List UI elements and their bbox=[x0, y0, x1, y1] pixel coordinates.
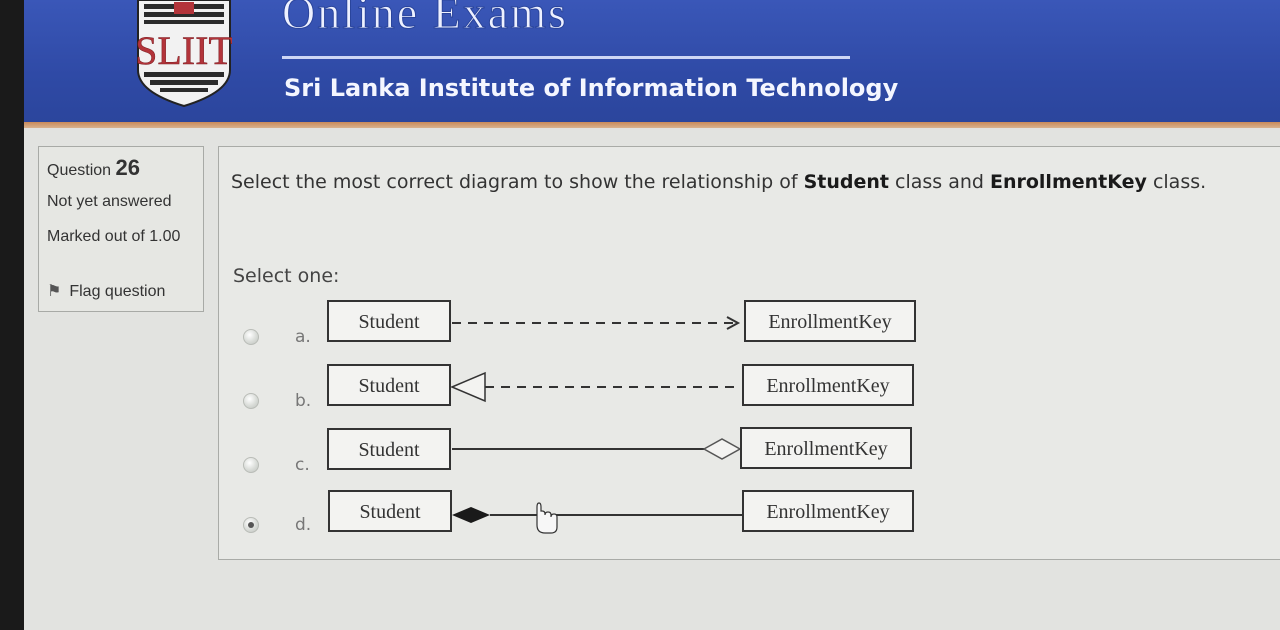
svg-text:EnrollmentKey: EnrollmentKey bbox=[766, 501, 889, 523]
svg-text:Student: Student bbox=[358, 311, 420, 333]
select-one-prompt: Select one: bbox=[233, 265, 340, 287]
sliit-logo: SLIIT bbox=[136, 0, 232, 108]
uml-diagram-dependency: Student EnrollmentKey bbox=[327, 300, 916, 342]
question-info-panel: Question 26 Not yet answered Marked out … bbox=[38, 146, 204, 312]
uml-diagram-aggregation: Student EnrollmentKey bbox=[327, 427, 912, 470]
svg-text:EnrollmentKey: EnrollmentKey bbox=[766, 375, 889, 397]
svg-text:SLIIT: SLIIT bbox=[136, 28, 232, 73]
svg-text:Student: Student bbox=[359, 501, 421, 523]
answer-option-a[interactable]: a. Student EnrollmentKey bbox=[219, 299, 979, 349]
flag-icon: ⚑ bbox=[47, 283, 62, 300]
uml-diagram-realization: Student EnrollmentKey bbox=[327, 364, 914, 406]
class-name-enrollmentkey: EnrollmentKey bbox=[989, 171, 1147, 193]
uml-diagram-composition: Student EnrollmentKey bbox=[328, 490, 914, 534]
question-state: Not yet answered bbox=[47, 193, 172, 210]
flag-question-link[interactable]: ⚑ Flag question bbox=[47, 281, 165, 301]
browser-viewport: SLIIT Online Exams Sri Lanka Institute o… bbox=[24, 0, 1280, 630]
svg-text:Student: Student bbox=[358, 375, 420, 397]
site-title: Online Exams bbox=[282, 0, 568, 39]
answer-option-b[interactable]: b. Student EnrollmentKey bbox=[219, 363, 979, 413]
hand-cursor-icon bbox=[536, 502, 558, 534]
answer-option-c[interactable]: c. Student EnrollmentKey bbox=[219, 427, 979, 477]
question-text: Select the most correct diagram to show … bbox=[231, 171, 1207, 193]
question-grade: Marked out of 1.00 bbox=[47, 228, 181, 245]
answer-option-d[interactable]: d. Student EnrollmentKey bbox=[219, 489, 979, 539]
svg-text:EnrollmentKey: EnrollmentKey bbox=[764, 438, 887, 460]
flag-question-label: Flag question bbox=[69, 283, 166, 300]
question-content-panel: Select the most correct diagram to show … bbox=[218, 146, 1280, 560]
class-name-student: Student bbox=[803, 171, 889, 193]
institute-name: Sri Lanka Institute of Information Techn… bbox=[284, 74, 899, 102]
svg-text:Student: Student bbox=[358, 439, 420, 461]
title-divider bbox=[282, 56, 850, 59]
svg-text:EnrollmentKey: EnrollmentKey bbox=[768, 311, 891, 333]
site-header: SLIIT Online Exams Sri Lanka Institute o… bbox=[24, 0, 1280, 124]
header-accent-strip bbox=[24, 122, 1280, 128]
question-number: Question 26 bbox=[47, 155, 140, 180]
